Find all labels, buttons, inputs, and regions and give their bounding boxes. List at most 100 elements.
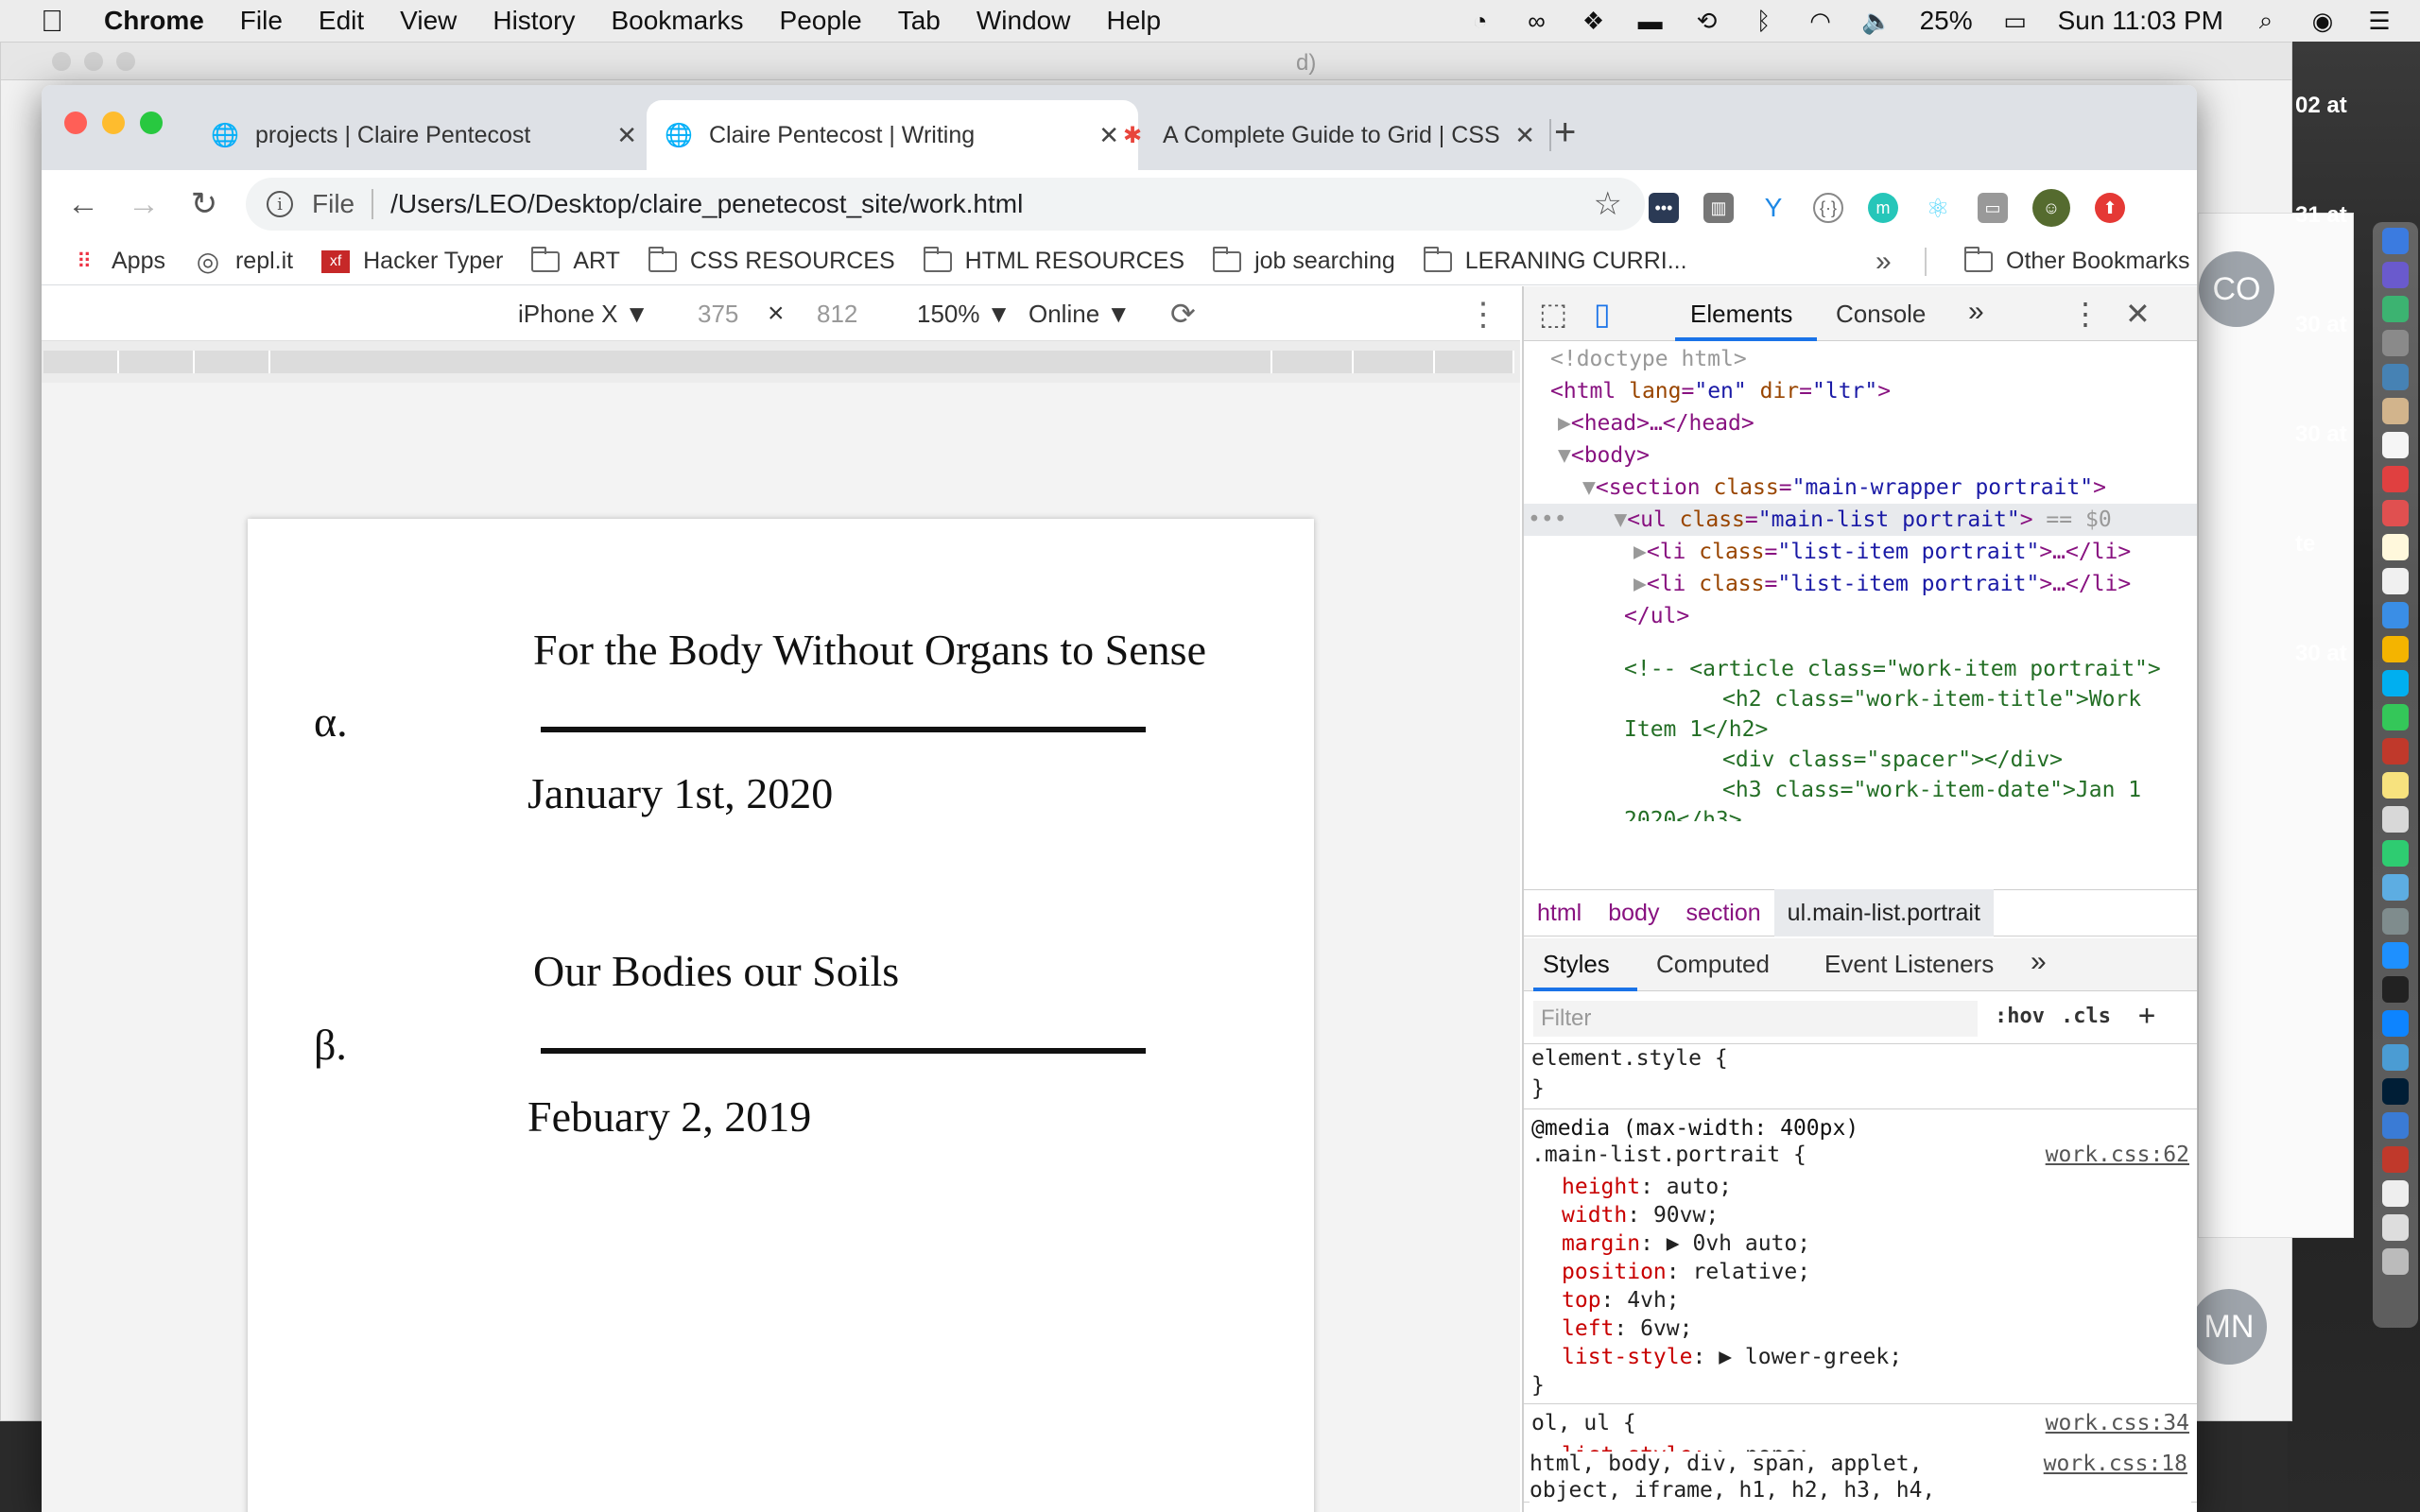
app-store-icon[interactable] [2382,1010,2409,1037]
close-tab-icon[interactable]: ✕ [616,121,637,150]
siri-dock-icon[interactable] [2382,262,2409,288]
media-query-bar[interactable] [195,351,270,373]
bookmark-star-icon[interactable]: ☆ [1594,185,1622,223]
launchpad-icon[interactable] [2382,330,2409,356]
collapse-triangle-icon[interactable]: ▼ [1614,507,1627,532]
extension-m-icon[interactable]: m [1868,193,1898,223]
media-query-bar[interactable] [1354,351,1435,373]
more-subtabs-chevron[interactable]: » [2031,946,2047,978]
battery-icon[interactable]: ▭ [2001,7,2030,35]
bookmark-folder-job-searching[interactable]: job searching [1213,246,1395,275]
breadcrumb-html[interactable]: html [1524,889,1595,936]
more-tabs-chevron[interactable]: » [1968,296,1984,328]
devtools-menu-icon[interactable]: ⋮ [2070,296,2100,332]
breadcrumb-section[interactable]: section [1672,889,1773,936]
spotlight-search-icon[interactable]: ⌕ [2252,6,2280,35]
downloads-stack-icon[interactable] [2382,1214,2409,1241]
bookmark-folder-learning-curriculum[interactable]: LERANING CURRI... [1423,246,1687,275]
dom-node[interactable]: ▶<li class="list-item portrait">…</li> [1524,536,2197,568]
extension-dots-icon[interactable]: ••• [1649,193,1679,223]
notes-icon[interactable] [2382,534,2409,560]
safari-icon[interactable] [2382,942,2409,969]
avatar[interactable]: CO [2199,251,2274,327]
time-machine-icon[interactable]: ⟲ [1693,7,1721,35]
device-height-input[interactable]: 812 [817,300,857,329]
device-select[interactable]: iPhone X ▼ [518,300,648,329]
facetime-icon[interactable] [2382,704,2409,730]
css-declaration[interactable]: width: 90vw; [1562,1201,1719,1229]
calendar-icon[interactable] [2382,432,2409,458]
trash-icon[interactable] [2382,1248,2409,1275]
battery-percent[interactable]: 25% [1920,6,1973,36]
css-declaration[interactable]: top: 4vh; [1562,1286,1680,1314]
bookmark-replit[interactable]: ◎ repl.it [194,247,293,276]
photoshop-icon[interactable] [2382,1078,2409,1105]
system-preferences-icon[interactable] [2382,908,2409,935]
bookmark-apps[interactable]: ⠿ Apps [70,248,165,275]
reload-icon[interactable]: ↻ [185,187,223,221]
menu-bookmarks[interactable]: Bookmarks [611,6,743,36]
ellipsis-icon[interactable]: ••• [1528,507,1567,532]
minimize-window-button[interactable] [102,112,125,134]
close-window-button[interactable] [64,112,87,134]
media-query-bar[interactable] [270,351,1272,373]
display-icon[interactable]: ▬ [1636,7,1665,35]
help-icon[interactable] [2382,806,2409,833]
url-text[interactable]: /Users/LEO/Desktop/claire_penetecost_sit… [390,189,1023,219]
textedit-icon[interactable] [2382,772,2409,799]
css-selector[interactable]: ol, ul { [1531,1409,1636,1437]
bluetooth-icon[interactable]: ᛒ [1750,7,1778,35]
new-tab-button[interactable]: + [1554,113,1576,151]
documents-stack-icon[interactable] [2382,1180,2409,1207]
expand-triangle-icon[interactable]: ▶ [1558,411,1571,436]
media-query-bar[interactable] [1435,351,1514,373]
device-toolbar-more-icon[interactable]: ⋮ [1467,296,1499,334]
bookmark-folder-art[interactable]: ART [531,246,620,275]
chrome-dock-icon[interactable] [2382,636,2409,662]
close-devtools-icon[interactable]: ✕ [2125,296,2151,332]
dom-node[interactable]: ▼<section class="main-wrapper portrait"> [1524,472,2197,504]
css-source-link[interactable]: work.css:18 [2044,1452,2187,1476]
tab-projects[interactable]: 🌐 projects | Claire Pentecost ✕ [193,100,656,170]
menu-view[interactable]: View [400,6,457,36]
tab-console[interactable]: Console [1836,300,1926,329]
css-declaration[interactable]: height: auto; [1562,1173,1732,1201]
tab-event-listeners[interactable]: Event Listeners [1824,950,1994,979]
bookmark-folder-css-resources[interactable]: CSS RESOURCES [648,246,895,275]
acrobat-icon[interactable] [2382,1146,2409,1173]
reminders-icon[interactable] [2382,568,2409,594]
finder-icon[interactable] [2382,228,2409,254]
background-close-button[interactable] [52,51,71,71]
avatar[interactable]: MN [2191,1289,2267,1365]
menu-tab[interactable]: Tab [898,6,941,36]
collapse-triangle-icon[interactable]: ▼ [1558,443,1571,468]
photo-booth-icon[interactable] [2382,466,2409,492]
device-toggle-icon[interactable]: ▯ [1594,296,1611,332]
inspect-element-icon[interactable]: ⬚ [1539,296,1567,332]
menu-edit[interactable]: Edit [319,6,364,36]
background-minimize-button[interactable] [84,51,103,71]
dropbox-icon[interactable]: ❖ [1580,7,1608,35]
css-selector[interactable]: element.style { [1531,1044,1728,1073]
site-info-icon[interactable]: i [267,191,293,217]
contacts-icon[interactable] [2382,398,2409,424]
app-store-icon[interactable] [2382,296,2409,322]
atom-icon[interactable] [2382,1044,2409,1071]
extension-y-icon[interactable]: Y [1758,193,1789,223]
bookmark-folder-html-resources[interactable]: HTML RESOURCES [923,246,1184,275]
extension-barcode-icon[interactable]: ▥ [1703,193,1734,223]
forward-arrow-icon[interactable]: → [125,187,163,221]
profile-avatar[interactable]: ☺ [2032,189,2070,227]
menu-window[interactable]: Window [977,6,1071,36]
address-bar[interactable]: i File /Users/LEO/Desktop/claire_penetec… [246,178,1645,231]
menu-file[interactable]: File [240,6,283,36]
dom-node[interactable]: <html lang="en" dir="ltr"> [1524,375,2197,407]
messages-icon[interactable] [2382,602,2409,628]
update-arrow-icon[interactable]: ⬆ [2095,193,2125,223]
dom-node[interactable]: <!doctype html> [1524,343,2197,375]
css-rule-html-body[interactable]: html, body, div, span, applet, work.css:… [1530,1452,2191,1512]
dom-node[interactable]: ▶<li class="list-item portrait">…</li> [1524,568,2197,600]
dom-comment-block[interactable]: <!-- <article class="work-item portrait"… [1524,657,2197,889]
extension-gray-icon[interactable]: ▭ [1978,193,2008,223]
close-tab-icon[interactable]: ✕ [1514,121,1535,150]
